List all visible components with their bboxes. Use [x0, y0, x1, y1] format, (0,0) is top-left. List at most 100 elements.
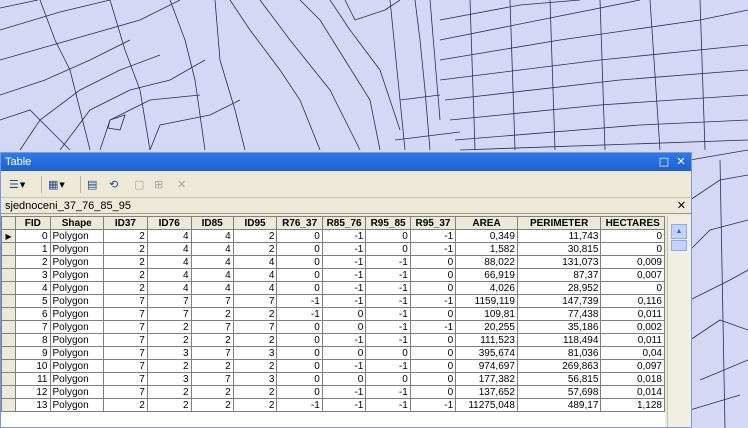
cell-r95-37[interactable]: 0: [409, 281, 457, 295]
tab-close-button[interactable]: ✕: [677, 198, 686, 214]
table-row[interactable]: 3 Polygon 2 4 4 4 0 -1 -1 0 66,919 87,37 0,007: [1, 268, 665, 282]
cell-perimeter[interactable]: 489,17: [516, 398, 602, 412]
cell-id37[interactable]: 7: [102, 372, 148, 386]
cell-perimeter[interactable]: 131,073: [516, 255, 602, 269]
cell-r95-85[interactable]: -1: [365, 359, 411, 373]
cell-r85-76[interactable]: -1: [321, 333, 367, 347]
cell-fid[interactable]: 7: [15, 320, 51, 334]
cell-shape[interactable]: Polygon: [49, 229, 104, 243]
cell-shape[interactable]: Polygon: [49, 281, 104, 295]
cell-id85[interactable]: 2: [190, 333, 234, 347]
cell-r85-76[interactable]: -1: [321, 281, 367, 295]
cell-r76-37[interactable]: -1: [276, 307, 323, 321]
cell-r95-85[interactable]: -1: [365, 294, 411, 308]
table-tab[interactable]: sjednoceni_37_76_85_95 ✕: [1, 198, 691, 214]
cell-r95-85[interactable]: 0: [365, 242, 411, 256]
column-header-area[interactable]: AREA: [455, 216, 518, 230]
cell-hectares[interactable]: 0: [600, 229, 665, 243]
cell-perimeter[interactable]: 57,698: [516, 385, 602, 399]
cell-r76-37[interactable]: 0: [276, 346, 323, 360]
cell-id37[interactable]: 7: [102, 307, 148, 321]
cell-shape[interactable]: Polygon: [49, 346, 104, 360]
cell-r76-37[interactable]: 0: [276, 229, 323, 243]
switch-selection-icon[interactable]: ⟲: [109, 176, 118, 193]
cell-id85[interactable]: 2: [190, 359, 234, 373]
cell-hectares[interactable]: 1,128: [600, 398, 665, 412]
cell-r85-76[interactable]: -1: [321, 268, 367, 282]
cell-r95-37[interactable]: -1: [409, 242, 457, 256]
cell-r95-85[interactable]: 0: [365, 372, 411, 386]
attribute-grid[interactable]: FID Shape ID37 ID76 ID85 ID95 R76_37 R85_76 R95_…: [1, 216, 665, 427]
row-selector[interactable]: [1, 398, 17, 412]
cell-area[interactable]: 111,523: [455, 333, 518, 347]
column-header-r76-37[interactable]: R76_37: [276, 216, 323, 230]
cell-r85-76[interactable]: -1: [321, 385, 367, 399]
table-row[interactable]: 13 Polygon 2 2 2 2 -1 -1 -1 -1 11275,048 489,17 1,12…: [1, 398, 665, 412]
cell-r95-85[interactable]: -1: [365, 385, 411, 399]
cell-shape[interactable]: Polygon: [49, 268, 104, 282]
cell-r76-37[interactable]: -1: [276, 398, 323, 412]
cell-id95[interactable]: 7: [232, 294, 278, 308]
cell-perimeter[interactable]: 28,952: [516, 281, 602, 295]
column-header-id95[interactable]: ID95: [232, 216, 278, 230]
row-selector[interactable]: [1, 255, 17, 269]
cell-id85[interactable]: 2: [190, 307, 234, 321]
cell-id37[interactable]: 2: [102, 281, 148, 295]
cell-id76[interactable]: 2: [146, 398, 192, 412]
row-selector[interactable]: [1, 346, 17, 360]
column-header-r95-85[interactable]: R95_85: [365, 216, 411, 230]
cell-id37[interactable]: 2: [102, 255, 148, 269]
cell-id76[interactable]: 4: [146, 229, 192, 243]
cell-shape[interactable]: Polygon: [49, 242, 104, 256]
cell-id37[interactable]: 7: [102, 385, 148, 399]
cell-fid[interactable]: 0: [15, 229, 51, 243]
cell-perimeter[interactable]: 81,036: [516, 346, 602, 360]
cell-r85-76[interactable]: -1: [321, 359, 367, 373]
cell-hectares[interactable]: 0,002: [600, 320, 665, 334]
cell-fid[interactable]: 10: [15, 359, 51, 373]
cell-r76-37[interactable]: 0: [276, 333, 323, 347]
column-header-r95-37[interactable]: R95_37: [409, 216, 457, 230]
table-row[interactable]: ▶ 0 Polygon 2 4 4 2 0 -1 0 -1 0,349 11,743 0: [1, 229, 665, 243]
cell-id76[interactable]: 3: [146, 346, 192, 360]
cell-area[interactable]: 0,349: [455, 229, 518, 243]
select-by-attributes-icon[interactable]: ▤: [87, 176, 97, 193]
cell-r95-85[interactable]: 0: [365, 346, 411, 360]
cell-fid[interactable]: 1: [15, 242, 51, 256]
cell-id85[interactable]: 4: [190, 255, 234, 269]
column-header-shape[interactable]: Shape: [49, 216, 104, 230]
cell-hectares[interactable]: 0,007: [600, 268, 665, 282]
scroll-thumb[interactable]: [671, 240, 687, 251]
cell-id37[interactable]: 7: [102, 294, 148, 308]
cell-perimeter[interactable]: 35,186: [516, 320, 602, 334]
cell-r76-37[interactable]: 0: [276, 281, 323, 295]
cell-r95-37[interactable]: 0: [409, 359, 457, 373]
cell-id76[interactable]: 4: [146, 255, 192, 269]
cell-r76-37[interactable]: -1: [276, 294, 323, 308]
cell-id85[interactable]: 2: [190, 398, 234, 412]
row-selector[interactable]: ▶: [1, 229, 17, 243]
cell-r85-76[interactable]: -1: [321, 255, 367, 269]
cell-r95-85[interactable]: -1: [365, 268, 411, 282]
cell-perimeter[interactable]: 269,863: [516, 359, 602, 373]
cell-id95[interactable]: 2: [232, 359, 278, 373]
cell-id95[interactable]: 3: [232, 346, 278, 360]
cell-r95-37[interactable]: 0: [409, 372, 457, 386]
column-header-id76[interactable]: ID76: [146, 216, 192, 230]
table-row[interactable]: 4 Polygon 2 4 4 4 0 -1 -1 0 4,026 28,952 0: [1, 281, 665, 295]
cell-hectares[interactable]: 0,011: [600, 333, 665, 347]
cell-fid[interactable]: 6: [15, 307, 51, 321]
row-selector[interactable]: [1, 294, 17, 308]
cell-shape[interactable]: Polygon: [49, 359, 104, 373]
cell-r85-76[interactable]: 0: [321, 320, 367, 334]
cell-r95-37[interactable]: 0: [409, 255, 457, 269]
cell-r95-85[interactable]: -1: [365, 307, 411, 321]
row-selector[interactable]: [1, 281, 17, 295]
cell-id85[interactable]: 4: [190, 229, 234, 243]
cell-r76-37[interactable]: 0: [276, 320, 323, 334]
table-row[interactable]: 12 Polygon 7 2 2 2 0 -1 -1 0 137,652 57,698 0,014: [1, 385, 665, 399]
cell-r76-37[interactable]: 0: [276, 385, 323, 399]
cell-fid[interactable]: 9: [15, 346, 51, 360]
column-header-r85-76[interactable]: R85_76: [321, 216, 367, 230]
cell-fid[interactable]: 8: [15, 333, 51, 347]
